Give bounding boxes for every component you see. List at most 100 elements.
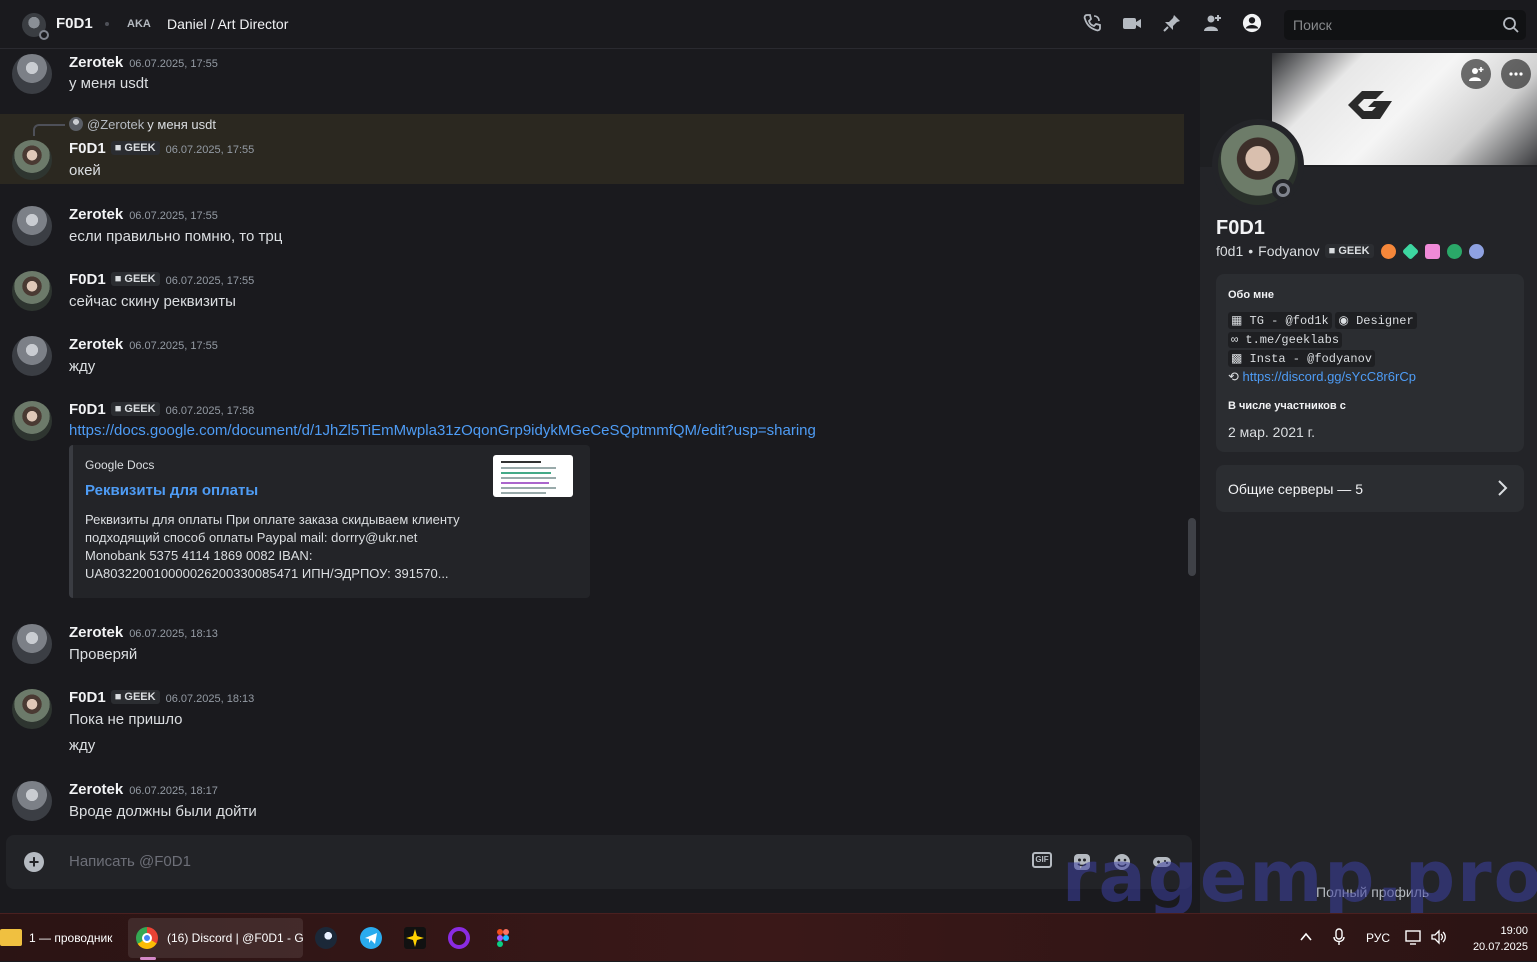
taskbar-chrome[interactable]: (16) Discord | @F0D1 - G: [128, 918, 304, 958]
avatar[interactable]: [12, 140, 52, 180]
message: Zerotek 06.07.2025, 18:13 Проверяй: [0, 622, 1184, 672]
guild-tag[interactable]: ■ GEEK: [110, 141, 160, 155]
message: Zerotek 06.07.2025, 17:55 если правильно …: [0, 204, 1184, 254]
avatar[interactable]: [12, 206, 52, 246]
avatar[interactable]: [12, 689, 52, 729]
boost-badge-icon[interactable]: [1401, 242, 1419, 260]
quest-badge-icon[interactable]: [1446, 243, 1462, 259]
message-list: Zerotek 06.07.2025, 17:55 у меня usdt @Ze…: [0, 49, 1200, 833]
member-since-heading: В числе участников с: [1228, 400, 1346, 412]
embed-thumbnail[interactable]: [493, 455, 573, 497]
about-heading: Обо мне: [1228, 289, 1275, 301]
message-author[interactable]: Zerotek 06.07.2025, 17:55: [69, 206, 218, 223]
timestamp: 06.07.2025, 18:13: [165, 693, 255, 705]
pin-icon[interactable]: [1162, 12, 1182, 34]
add-friend-icon[interactable]: [1202, 12, 1222, 34]
guild-tag[interactable]: ■ GEEK: [110, 402, 160, 416]
about-line: ▦ TG - @fod1k ◉ Designer: [1228, 312, 1417, 329]
gif-button[interactable]: GIF: [1032, 852, 1052, 868]
timestamp: 06.07.2025, 17:55: [165, 275, 255, 287]
reply-preview[interactable]: @Zerotek у меня usdt: [69, 117, 216, 132]
mutual-servers-card[interactable]: Общие серверы — 5: [1216, 465, 1524, 512]
member-since-date: 2 мар. 2021 г.: [1228, 424, 1315, 440]
orb-badge-icon[interactable]: [1468, 243, 1484, 259]
message-author[interactable]: F0D1 ■ GEEK 06.07.2025, 17:55: [69, 271, 254, 288]
message-author[interactable]: Zerotek 06.07.2025, 18:13: [69, 624, 218, 641]
volume-icon[interactable]: [1430, 929, 1448, 945]
chevron-up-icon[interactable]: [1299, 930, 1313, 944]
more-options-button[interactable]: [1501, 59, 1531, 89]
status-offline-icon: [1272, 179, 1294, 201]
embed-provider[interactable]: Google Docs: [85, 458, 154, 472]
avatar[interactable]: [12, 54, 52, 94]
message-composer[interactable]: + Написать @F0D1 GIF: [6, 835, 1192, 889]
video-icon[interactable]: [1122, 12, 1142, 34]
composer-placeholder: Написать @F0D1: [69, 853, 191, 870]
opera-gx-icon[interactable]: [448, 927, 470, 949]
scrollbar-thumb[interactable]: [1188, 518, 1196, 576]
role-tag: ◉ Designer: [1335, 312, 1417, 329]
dm-avatar[interactable]: [22, 13, 49, 40]
message: Zerotek 06.07.2025, 18:17 Вроде должны бы…: [0, 779, 1184, 829]
microphone-icon[interactable]: [1332, 928, 1346, 946]
message: Zerotek 06.07.2025, 17:55 у меня usdt: [0, 49, 1184, 111]
timestamp: 06.07.2025, 17:58: [165, 405, 255, 417]
timestamp: 06.07.2025, 17:55: [165, 144, 255, 156]
guild-tag[interactable]: ■ GEEK: [1324, 244, 1374, 258]
timestamp: 06.07.2025, 17:55: [129, 210, 218, 222]
profile-subtitle: f0d1 • Fodyanov ■ GEEK: [1216, 242, 1484, 260]
about-me-card: Обо мне ▦ TG - @fod1k ◉ Designer ∞ t.me/…: [1216, 274, 1524, 452]
avatar[interactable]: [12, 271, 52, 311]
telegram-icon[interactable]: [360, 927, 382, 949]
timestamp: 06.07.2025, 18:13: [129, 628, 218, 640]
avatar[interactable]: [12, 781, 52, 821]
message-author[interactable]: F0D1 ■ GEEK 06.07.2025, 17:55: [69, 140, 254, 157]
message: F0D1 ■ GEEK 06.07.2025, 17:55 сейчас скину…: [0, 269, 1184, 319]
discord-link-icon: ⟲: [1228, 369, 1239, 384]
watermark: ragemp.pro: [1062, 836, 1537, 918]
profile-username[interactable]: f0d1: [1216, 243, 1243, 259]
aka-name: Daniel / Art Director: [167, 16, 289, 32]
message-author[interactable]: Zerotek 06.07.2025, 17:55: [69, 54, 218, 71]
user-profile-icon[interactable]: [1242, 12, 1262, 34]
hypesquad-badge-icon[interactable]: [1380, 243, 1396, 259]
discord-window: F0D1 AKA Daniel / Art Director Поиск Zer…: [0, 0, 1537, 918]
message-text: Пока не пришло: [69, 711, 183, 728]
message-author[interactable]: F0D1 ■ GEEK 06.07.2025, 18:13: [69, 689, 254, 706]
network-icon[interactable]: [1405, 929, 1423, 945]
message-link[interactable]: https://docs.google.com/document/d/1JhZl…: [69, 422, 816, 439]
chrome-icon: [136, 927, 158, 949]
about-line: ▩ Insta - @fodyanov: [1228, 350, 1375, 367]
avatar[interactable]: [12, 336, 52, 376]
system-clock[interactable]: 19:00 20.07.2025: [1458, 923, 1528, 955]
separator-dot: [105, 22, 109, 26]
message-author[interactable]: Zerotek 06.07.2025, 18:17: [69, 781, 218, 798]
message-author[interactable]: F0D1 ■ GEEK 06.07.2025, 17:58: [69, 401, 254, 418]
dm-name[interactable]: F0D1: [56, 15, 93, 32]
message-text: если правильно помню, то трц: [69, 228, 283, 245]
discord-invite-link[interactable]: https://discord.gg/sYcC8r6rCp: [1243, 369, 1416, 384]
upload-plus-button[interactable]: +: [24, 852, 44, 872]
nitro-badge-icon[interactable]: [1424, 243, 1440, 259]
add-friend-button[interactable]: [1461, 59, 1491, 89]
message-author[interactable]: Zerotek 06.07.2025, 17:55: [69, 336, 218, 353]
steam-icon[interactable]: [315, 927, 337, 949]
guild-tag[interactable]: ■ GEEK: [110, 272, 160, 286]
search-input[interactable]: Поиск: [1284, 10, 1526, 40]
folder-icon[interactable]: [0, 929, 22, 946]
figma-icon[interactable]: [492, 927, 514, 949]
reply-avatar: [69, 117, 83, 131]
guild-tag[interactable]: ■ GEEK: [110, 690, 160, 704]
avatar[interactable]: [12, 624, 52, 664]
app-star-icon[interactable]: [404, 927, 426, 949]
about-line: ⟲ https://discord.gg/sYcC8r6rCp: [1228, 369, 1416, 385]
phone-call-icon[interactable]: [1082, 12, 1102, 34]
avatar[interactable]: [12, 401, 52, 441]
embed-title[interactable]: Реквизиты для оплаты: [85, 482, 258, 499]
geek-logo-icon: [1348, 91, 1392, 119]
language-indicator[interactable]: РУС: [1366, 914, 1390, 962]
active-indicator: [140, 957, 156, 960]
banner-image: [1272, 53, 1537, 165]
telegram-tag: ▦ TG - @fod1k: [1228, 312, 1332, 329]
taskbar-explorer[interactable]: 1 — проводник: [29, 914, 112, 962]
